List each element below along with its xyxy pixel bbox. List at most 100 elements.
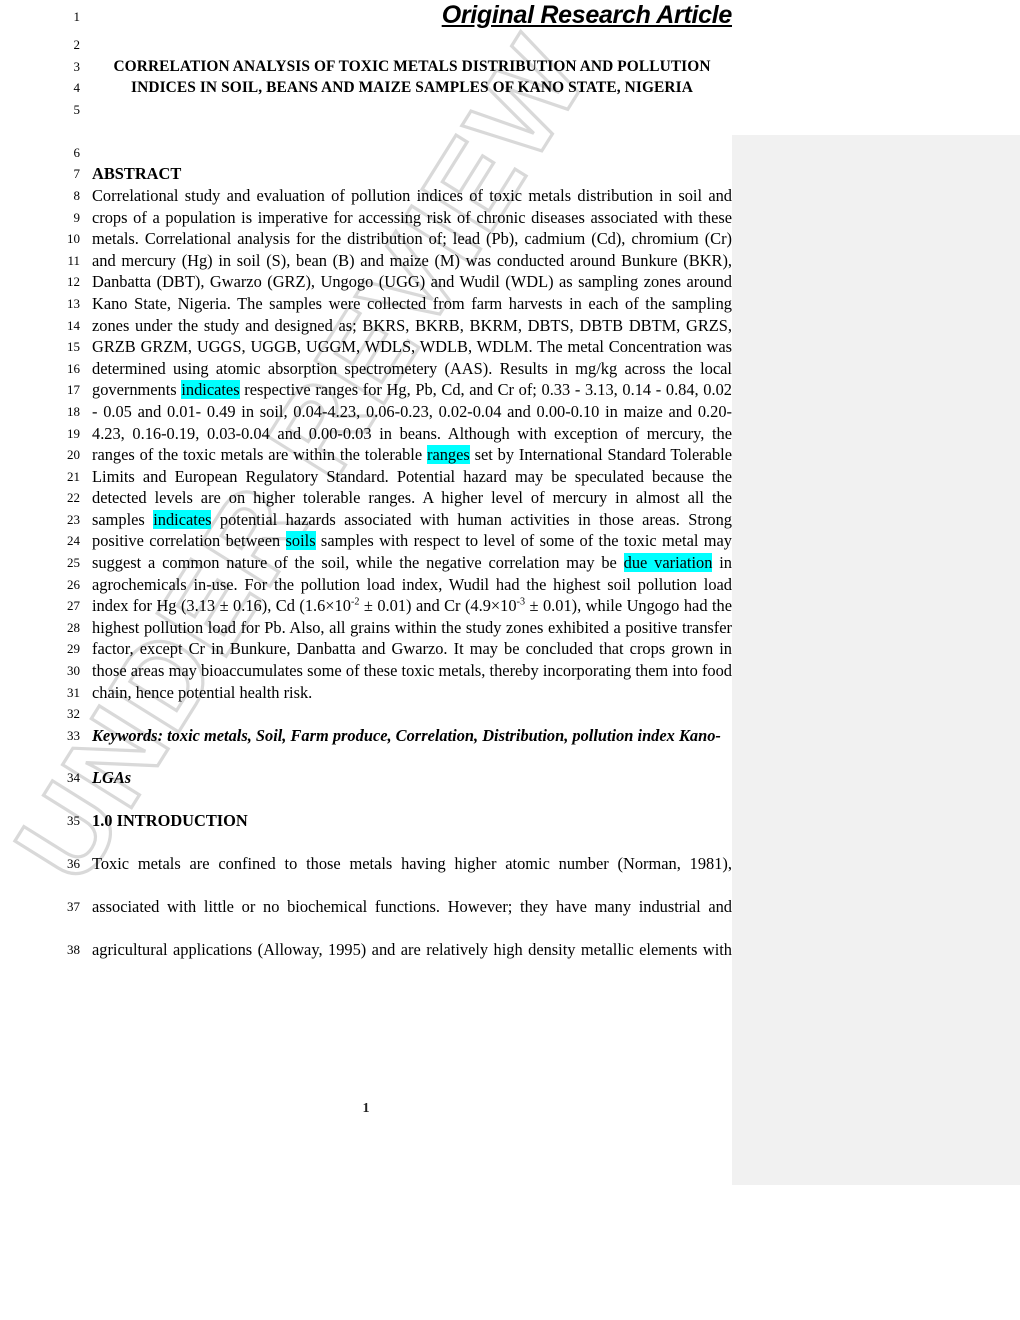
abstract-text: - 0.05 and 0.01- 0.49 in soil, 0.04-4.23…	[92, 401, 732, 421]
keywords-text: LGAs	[92, 768, 132, 788]
blank-row: 6	[0, 142, 1020, 164]
line-number: 30	[67, 663, 80, 679]
abstract-line: 31 chain, hence potential health risk.	[0, 682, 1020, 704]
line-number: 18	[67, 403, 80, 419]
keywords-text: Keywords: toxic metals, Soil, Farm produ…	[92, 725, 721, 745]
introduction-heading: 1.0 INTRODUCTION	[92, 811, 248, 831]
highlighted-term: indicates	[153, 509, 212, 529]
line-number: 9	[73, 209, 81, 225]
line-number: 12	[67, 274, 80, 290]
line-number: 34	[67, 770, 80, 786]
blank-row: 2	[0, 34, 1020, 56]
abstract-text: Correlational study and evaluation of po…	[92, 185, 732, 205]
title-row-1: 3 CORRELATION ANALYSIS OF TOXIC METALS D…	[0, 56, 1020, 78]
line-number: 6	[73, 144, 81, 160]
abstract-text: governments indicates respective ranges …	[92, 379, 732, 401]
abstract-text-part: respective ranges for Hg, Pb, Cd, and Cr…	[239, 380, 732, 400]
abstract-text: suggest a common nature of the soil, whi…	[92, 552, 732, 574]
abstract-line: 16 determined using atomic absorption sp…	[0, 358, 1020, 380]
abstract-heading-row: 7 ABSTRACT	[0, 163, 1020, 185]
introduction-text: agricultural applications (Alloway, 1995…	[92, 940, 732, 960]
line-number: 29	[67, 641, 80, 657]
line-number: 20	[67, 447, 80, 463]
line-number: 24	[67, 533, 80, 549]
abstract-text: Limits and European Regulatory Standard.…	[92, 466, 732, 486]
line-number: 36	[67, 856, 80, 872]
introduction-line: 36 Toxic metals are confined to those me…	[0, 832, 1020, 875]
abstract-text: zones under the study and designed as; B…	[92, 315, 732, 335]
line-number: 14	[67, 317, 80, 333]
abstract-text-part: ranges of the toxic metals are within th…	[92, 445, 427, 465]
abstract-text: positive correlation between soils sampl…	[92, 530, 732, 552]
abstract-text: GRZB GRZM, UGGS, UGGB, UGGM, WDLS, WDLB,…	[92, 337, 732, 357]
page-number: 1	[362, 1101, 370, 1116]
abstract-line: 11 and mercury (Hg) in soil (S), bean (B…	[0, 250, 1020, 272]
abstract-text: chain, hence potential health risk.	[92, 682, 313, 702]
abstract-line: 14 zones under the study and designed as…	[0, 315, 1020, 337]
abstract-text-part: governments	[92, 380, 182, 400]
line-number: 10	[67, 231, 80, 247]
line-number: 37	[67, 899, 80, 915]
abstract-line: 12 Danbatta (DBT), Gwarzo (GRZ), Ungogo …	[0, 271, 1020, 293]
line-number: 13	[67, 295, 80, 311]
article-type-row: 1 Original Research Article	[0, 0, 1020, 34]
abstract-line: 29 factor, except Cr in Bunkure, Danbatt…	[0, 638, 1020, 660]
abstract-text-part: samples	[92, 509, 154, 529]
abstract-text-part: ± 0.01), while Ungogo had the	[525, 596, 733, 616]
abstract-line: 27 index for Hg (3.13 ± 0.16), Cd (1.6×1…	[0, 595, 1020, 617]
line-number: 38	[67, 942, 80, 958]
abstract-text: samples indicates potential hazards asso…	[92, 509, 732, 531]
keywords-row-1: 33 Keywords: toxic metals, Soil, Farm pr…	[0, 725, 1020, 747]
highlighted-term: soils	[285, 531, 316, 551]
line-number: 1	[73, 9, 81, 24]
introduction-heading-row: 35 1.0 INTRODUCTION	[0, 789, 1020, 832]
abstract-text: metals. Correlational analysis for the d…	[92, 229, 732, 249]
abstract-text: crops of a population is imperative for …	[92, 207, 732, 227]
page-content: 1 Original Research Article 2 3 CORRELAT…	[0, 0, 1020, 961]
introduction-text: associated with little or no biochemical…	[92, 897, 732, 917]
abstract-text-part: index for Hg (3.13 ± 0.16), Cd (1.6×10	[92, 596, 351, 616]
abstract-text: agrochemicals in-use. For the pollution …	[92, 574, 732, 594]
abstract-text: ranges of the toxic metals are within th…	[92, 444, 732, 466]
article-type-label: Original Research Article	[441, 1, 733, 29]
abstract-line: 21 Limits and European Regulatory Standa…	[0, 466, 1020, 488]
line-number: 17	[67, 382, 80, 398]
line-number: 26	[67, 576, 80, 592]
line-number: 7	[73, 166, 81, 182]
abstract-line: 15 GRZB GRZM, UGGS, UGGB, UGGM, WDLS, WD…	[0, 336, 1020, 358]
abstract-text: factor, except Cr in Bunkure, Danbatta a…	[92, 639, 732, 659]
abstract-text: Kano State, Nigeria. The samples were co…	[92, 293, 732, 313]
superscript-exponent: -3	[516, 596, 526, 608]
abstract-line: 18 - 0.05 and 0.01- 0.49 in soil, 0.04-4…	[0, 401, 1020, 423]
line-number: 23	[67, 511, 80, 527]
abstract-line: 10 metals. Correlational analysis for th…	[0, 228, 1020, 250]
abstract-text: Danbatta (DBT), Gwarzo (GRZ), Ungogo (UG…	[92, 272, 732, 292]
highlighted-term: due variation	[623, 553, 713, 573]
line-number: 35	[67, 813, 80, 829]
abstract-line: 19 4.23, 0.16-0.19, 0.03-0.04 and 0.00-0…	[0, 423, 1020, 445]
line-number: 33	[67, 727, 80, 743]
abstract-heading: ABSTRACT	[92, 164, 182, 184]
abstract-line: 25 suggest a common nature of the soil, …	[0, 552, 1020, 574]
line-number: 21	[67, 468, 80, 484]
abstract-line: 20 ranges of the toxic metals are within…	[0, 444, 1020, 466]
abstract-text-part: in	[712, 553, 732, 573]
abstract-text: detected levels are on higher tolerable …	[92, 488, 732, 508]
line-number: 32	[67, 706, 80, 722]
line-number: 27	[67, 598, 80, 614]
abstract-text: 4.23, 0.16-0.19, 0.03-0.04 and 0.00-0.03…	[92, 423, 732, 443]
abstract-line: 8 Correlational study and evaluation of …	[0, 185, 1020, 207]
line-number: 4	[73, 80, 81, 96]
document-page: UNDER REVIEW 1 Original Research Article…	[0, 0, 1020, 1320]
abstract-text-part: suggest a common nature of the soil, whi…	[92, 553, 624, 573]
blank-row: 5	[0, 99, 1020, 142]
abstract-line: 30 those areas may bioaccumulates some o…	[0, 660, 1020, 682]
abstract-text-part: samples with respect to level of some of…	[315, 531, 732, 551]
title-row-2: 4 INDICES IN SOIL, BEANS AND MAIZE SAMPL…	[0, 77, 1020, 99]
line-number: 25	[67, 555, 80, 571]
abstract-text: those areas may bioaccumulates some of t…	[92, 661, 732, 681]
abstract-line: 17 governments indicates respective rang…	[0, 379, 1020, 401]
abstract-text: index for Hg (3.13 ± 0.16), Cd (1.6×10-2…	[92, 595, 732, 617]
page-title-line-2: INDICES IN SOIL, BEANS AND MAIZE SAMPLES…	[131, 79, 693, 97]
blank-row: 32	[0, 703, 1020, 725]
